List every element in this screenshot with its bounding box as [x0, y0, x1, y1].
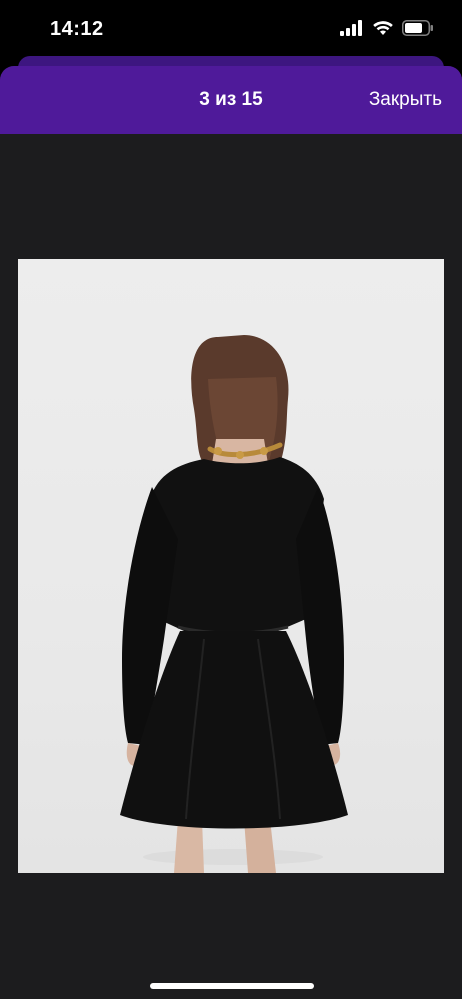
gallery-viewer[interactable]	[0, 134, 462, 999]
status-bar: 14:12	[0, 0, 462, 60]
home-indicator[interactable]	[150, 983, 314, 989]
battery-icon	[402, 20, 434, 36]
nav-bar: 3 из 15 Закрыть	[0, 66, 462, 134]
screen: 14:12 3 из 15 Закрыть	[0, 0, 462, 999]
status-icons	[340, 20, 434, 36]
close-button[interactable]: Закрыть	[369, 89, 442, 111]
cellular-signal-icon	[340, 20, 364, 36]
status-time: 14:12	[50, 18, 104, 40]
product-image[interactable]	[18, 259, 444, 873]
wifi-icon	[372, 20, 394, 36]
